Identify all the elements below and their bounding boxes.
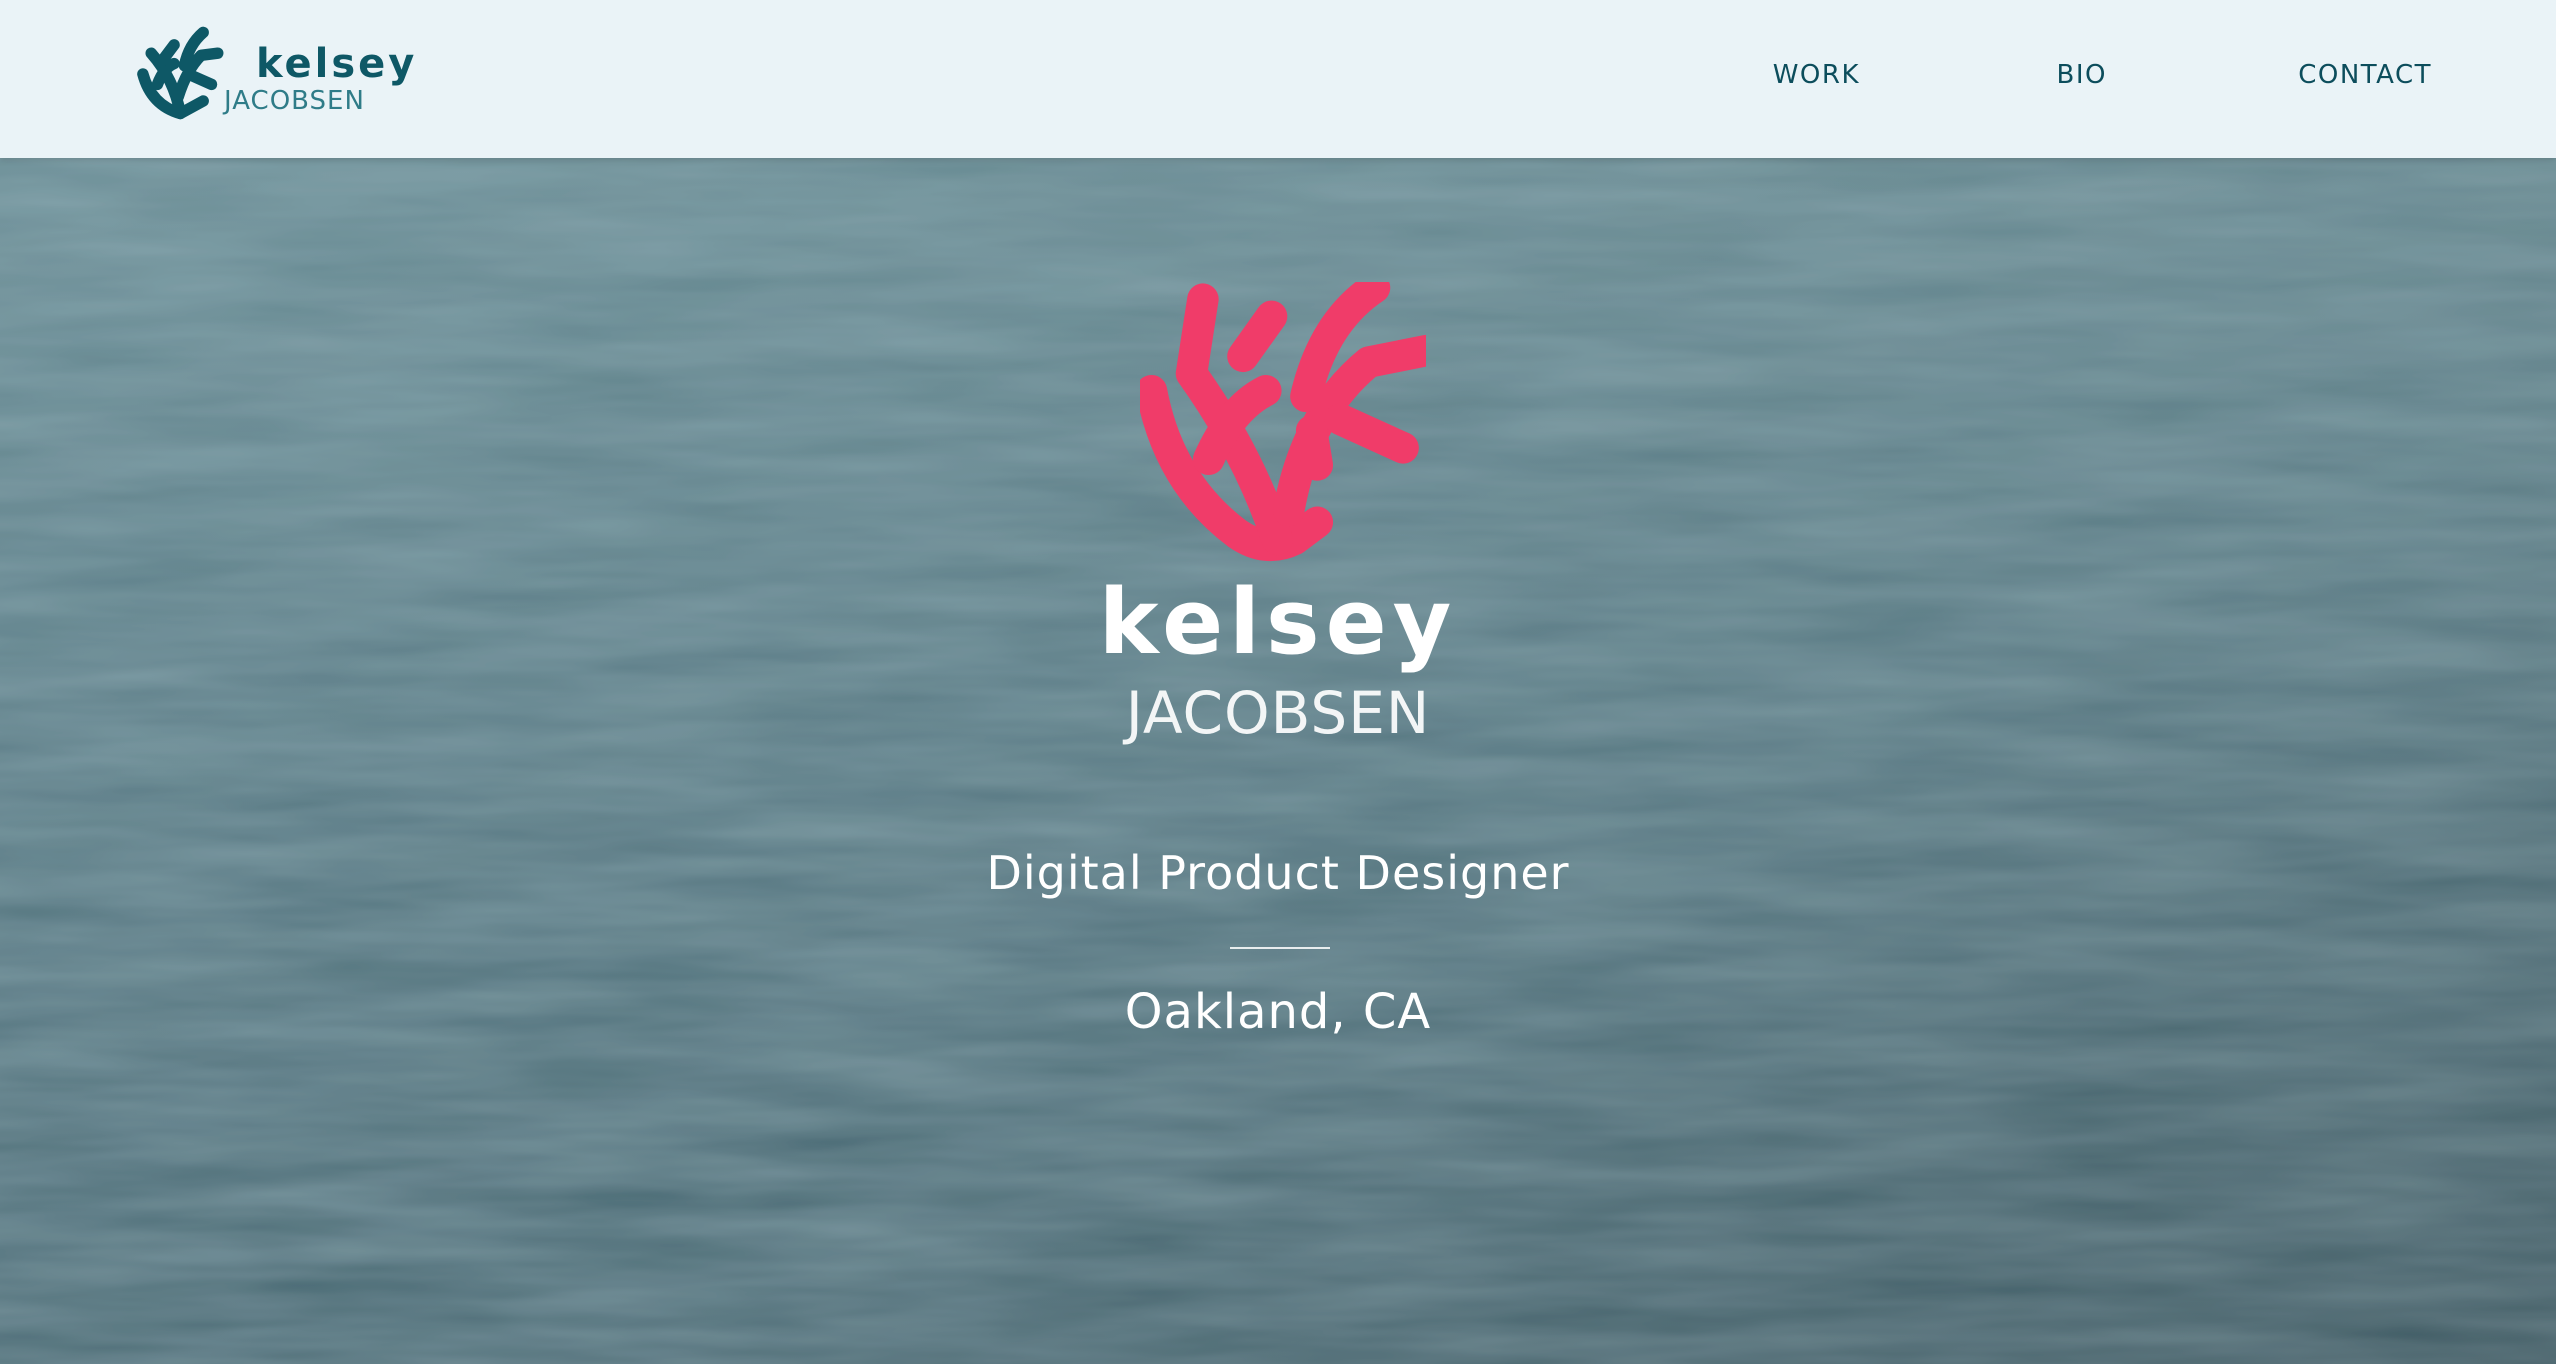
hero-title: Digital Product Designer	[986, 846, 1570, 900]
hero-name: kelsey	[1098, 570, 1458, 675]
header-logo-name: kelsey	[256, 41, 418, 87]
header-logo-link[interactable]: kelsey JACOBSEN	[120, 22, 414, 128]
coral-logo-icon	[1140, 282, 1426, 562]
hero-location: Oakland, CA	[1124, 984, 1432, 1040]
site-header: kelsey JACOBSEN WORK BIO CONTACT	[0, 0, 2556, 158]
nav-bio-link[interactable]: BIO	[2057, 62, 2107, 88]
page: kelsey JACOBSEN WORK BIO CONTACT kelsey …	[0, 0, 2556, 1364]
nav-contact-link[interactable]: CONTACT	[2298, 62, 2432, 88]
coral-logo-icon	[137, 26, 224, 120]
hero-section: kelsey JACOBSEN Digital Product Designer…	[0, 158, 2556, 1364]
header-logo-surname: JACOBSEN	[224, 86, 365, 116]
hero-divider	[1230, 947, 1330, 949]
nav-work-link[interactable]: WORK	[1773, 62, 1860, 88]
hero-surname: JACOBSEN	[1125, 679, 1431, 747]
